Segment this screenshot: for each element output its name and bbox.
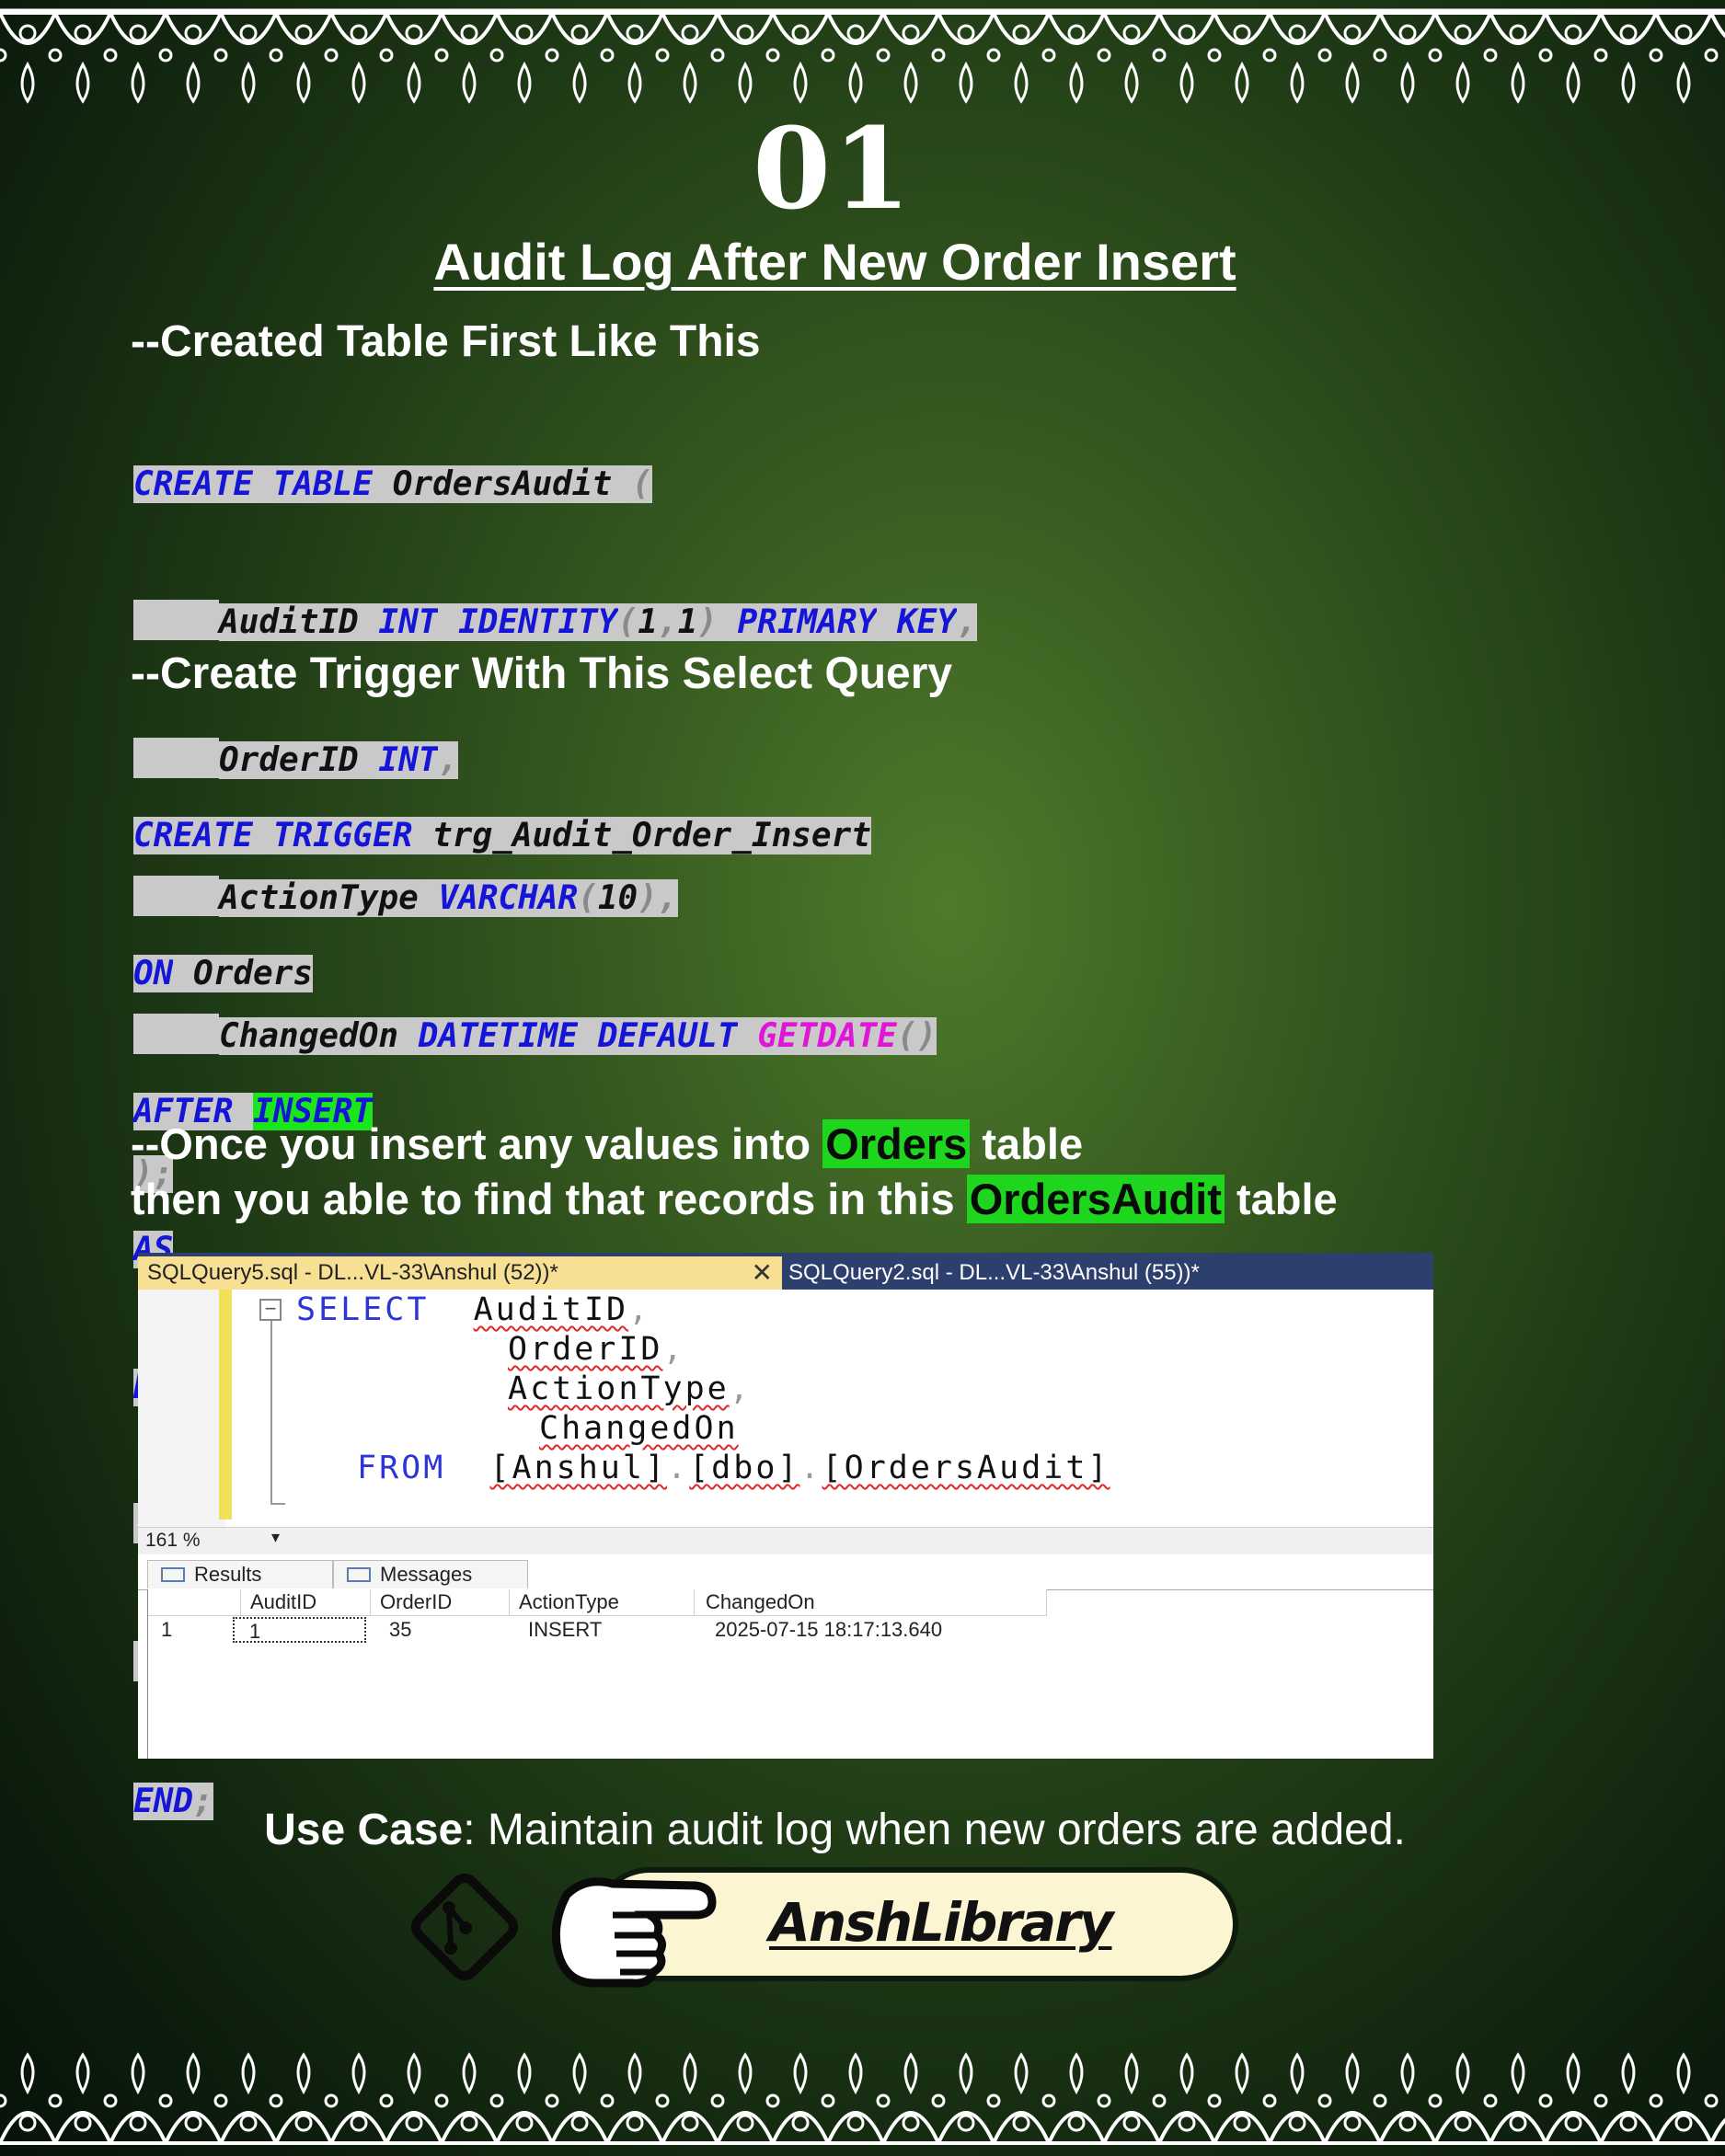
query-editor[interactable]: − SELECT AuditID, OrderID, ActionType, C… bbox=[138, 1290, 1433, 1527]
use-case-line: Use Case: Maintain audit log when new or… bbox=[264, 1806, 1406, 1854]
note-line-2: then you able to find that records in th… bbox=[131, 1175, 1338, 1223]
create-trigger-heading: --Create Trigger With This Select Query bbox=[131, 649, 953, 698]
tab-messages[interactable]: Messages bbox=[333, 1560, 528, 1588]
slide-number: 01 bbox=[753, 102, 913, 235]
ssms-screenshot: SQLQuery5.sql - DL...VL-33\Anshul (52))*… bbox=[138, 1253, 1433, 1759]
zoom-bar: 161 % ▾ bbox=[138, 1527, 1433, 1555]
brand-name[interactable]: AnshLibrary bbox=[769, 1889, 1114, 1955]
dropdown-arrow-icon[interactable]: ▾ bbox=[271, 1528, 280, 1547]
column-header[interactable]: ChangedOn bbox=[695, 1589, 1047, 1616]
sql-line-2: OrderID, bbox=[508, 1331, 685, 1368]
close-icon[interactable]: ✕ bbox=[752, 1256, 773, 1290]
sql-line-3: ActionType, bbox=[508, 1370, 752, 1407]
grid-icon bbox=[161, 1567, 185, 1582]
column-header[interactable]: ActionType bbox=[510, 1589, 695, 1616]
orders-highlight: Orders bbox=[822, 1119, 971, 1168]
git-diamond-icon bbox=[410, 1873, 519, 1981]
messages-icon bbox=[347, 1567, 371, 1582]
collapse-icon[interactable]: − bbox=[259, 1299, 282, 1321]
column-header[interactable]: OrderID bbox=[371, 1589, 510, 1616]
row-header-corner bbox=[148, 1589, 241, 1616]
table-cell[interactable]: 2025-07-15 18:17:13.640 bbox=[706, 1617, 1046, 1643]
sql-line-1: SELECT AuditID, bbox=[296, 1291, 651, 1328]
code-line: CREATE TABLE OrdersAudit ( bbox=[133, 465, 652, 503]
row-number[interactable]: 1 bbox=[161, 1617, 235, 1643]
code-line: AuditID INT IDENTITY(1,1) PRIMARY KEY, bbox=[133, 600, 977, 646]
code-line: CREATE TRIGGER trg_Audit_Order_Insert bbox=[133, 817, 871, 854]
sql-line-5: FROM [Anshul].[dbo].[OrdersAudit] bbox=[357, 1450, 1110, 1486]
tab-sqlquery2[interactable]: SQLQuery2.sql - DL...VL-33\Anshul (55))* bbox=[779, 1256, 1432, 1290]
slide-title: Audit Log After New Order Insert bbox=[433, 233, 1236, 291]
table-cell[interactable]: 35 bbox=[380, 1617, 509, 1643]
editor-gutter bbox=[138, 1290, 225, 1527]
create-table-heading: --Created Table First Like This bbox=[131, 317, 761, 366]
fold-line bbox=[270, 1310, 272, 1503]
tab-results[interactable]: Results bbox=[147, 1560, 333, 1588]
table-cell[interactable]: 1 bbox=[233, 1617, 366, 1643]
zoom-level[interactable]: 161 % bbox=[145, 1530, 201, 1552]
code-line: ON Orders bbox=[133, 955, 314, 992]
pointing-hand-icon bbox=[551, 1877, 717, 1988]
ordersaudit-highlight: OrdersAudit bbox=[966, 1175, 1225, 1223]
fold-line-end bbox=[270, 1503, 285, 1505]
change-marker-bar bbox=[219, 1290, 232, 1520]
tab-sqlquery5[interactable]: SQLQuery5.sql - DL...VL-33\Anshul (52))*… bbox=[138, 1256, 782, 1290]
sql-line-4: ChangedOn bbox=[539, 1410, 739, 1447]
results-grid: AuditID OrderID ActionType ChangedOn 1 1… bbox=[147, 1589, 1433, 1759]
results-tab-bar: Results Messages bbox=[138, 1554, 1433, 1590]
decorative-bottom-border bbox=[0, 2052, 1725, 2145]
editor-tab-bar: SQLQuery5.sql - DL...VL-33\Anshul (52))*… bbox=[138, 1253, 1433, 1290]
column-header[interactable]: AuditID bbox=[241, 1589, 371, 1616]
note-line-1: --Once you insert any values into Orders… bbox=[131, 1119, 1084, 1168]
table-cell[interactable]: INSERT bbox=[519, 1617, 694, 1643]
